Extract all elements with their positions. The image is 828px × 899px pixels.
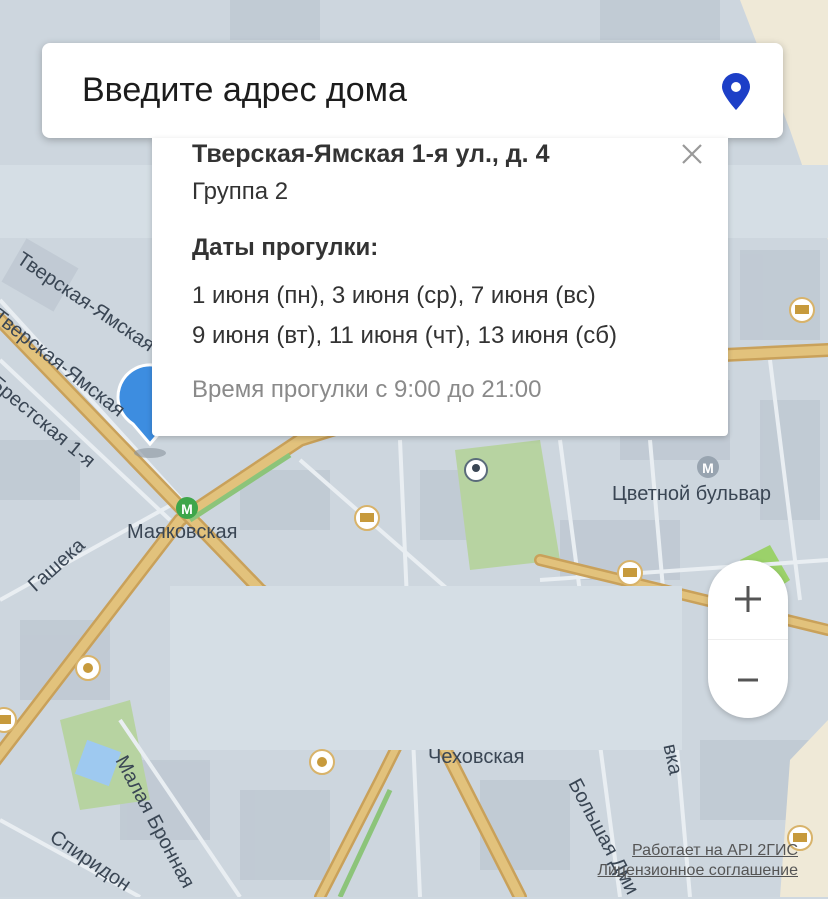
popup-address-title: Тверская-Ямская 1-я ул., д. 4: [192, 140, 550, 168]
license-agreement-link[interactable]: Лицензионное соглашение: [598, 862, 798, 880]
theater-icon[interactable]: [75, 655, 101, 681]
address-search-box[interactable]: [42, 43, 783, 138]
theater-icon[interactable]: [309, 749, 335, 775]
metro-icon[interactable]: М: [176, 497, 198, 519]
metro-icon[interactable]: М: [697, 456, 719, 478]
popup-walk-time: Время прогулки с 9:00 до 21:00: [192, 376, 542, 403]
blank-tile: [728, 165, 828, 238]
map-label-tsvetnoy: Цветной бульвар: [612, 483, 772, 505]
address-info-popup: Тверская-Ямская 1-я ул., д. 4 Группа 2 Д…: [152, 138, 728, 436]
map-label-mayakovskaya: Маяковская: [127, 521, 238, 543]
address-search-input[interactable]: [82, 43, 682, 138]
monument-icon[interactable]: [464, 458, 488, 482]
museum-icon[interactable]: [0, 707, 17, 733]
museum-icon[interactable]: [789, 297, 815, 323]
svg-text:М: М: [702, 460, 714, 476]
popup-group-label: Группа 2: [192, 178, 289, 205]
popup-dates-line: 9 июня (вт), 11 июня (чт), 13 июня (сб): [192, 322, 618, 349]
blank-tile: [170, 586, 682, 750]
close-icon[interactable]: [680, 142, 704, 166]
museum-icon[interactable]: [617, 560, 643, 586]
location-pin-icon[interactable]: [721, 73, 751, 111]
zoom-in-button[interactable]: [708, 560, 788, 639]
popup-dates-heading: Даты прогулки:: [192, 234, 379, 261]
zoom-control: [708, 560, 788, 718]
zoom-out-button[interactable]: [708, 639, 788, 719]
map-label-chekhovskaya: Чеховская: [428, 746, 525, 768]
blank-tile: [0, 165, 155, 238]
museum-icon[interactable]: [354, 505, 380, 531]
popup-dates-line: 1 июня (пн), 3 июня (ср), 7 июня (вс): [192, 282, 596, 309]
svg-text:М: М: [181, 501, 193, 517]
api-attribution-link[interactable]: Работает на API 2ГИС: [632, 842, 798, 860]
